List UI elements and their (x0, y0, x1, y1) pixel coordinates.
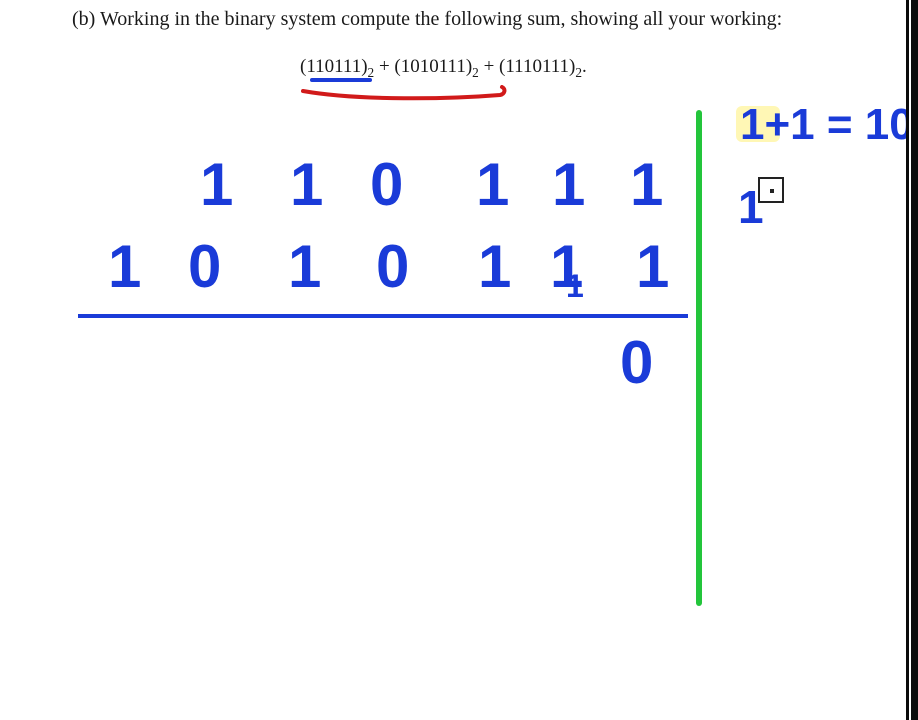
hand-digit: 1 (476, 150, 509, 219)
formula-term-c: (1110111) (499, 56, 575, 77)
hand-digit: 1 (636, 232, 669, 301)
hand-digit: 1 (552, 150, 585, 219)
underline-red-icon (300, 85, 510, 103)
underline-blue (310, 78, 372, 82)
hand-digit: 0 (376, 232, 409, 301)
hand-digit: 1 (290, 150, 323, 219)
right-border (906, 0, 918, 720)
vertical-divider (696, 110, 702, 606)
formula-term-b: (1010111) (394, 56, 472, 77)
question-label: (b) (72, 6, 95, 32)
formula-plus-2: + (479, 56, 499, 77)
hand-digit: 1 (630, 150, 663, 219)
formula-plus-1: + (374, 56, 394, 77)
formula-sub-b: 2 (472, 65, 479, 80)
hand-digit: 1 (288, 232, 321, 301)
result-digit: 0 (620, 328, 653, 397)
page-canvas: (b) Working in the binary system compute… (0, 0, 906, 720)
formula-term-a: (110111) (300, 56, 368, 77)
hand-digit: 1 (108, 232, 141, 301)
hand-digit: 1 (200, 150, 233, 219)
hand-digit: 0 (188, 232, 221, 301)
addition-line (78, 314, 688, 318)
side-note: 1+1 = 10 (740, 100, 914, 150)
formula-end: . (582, 56, 587, 77)
carry-mark: 1 (566, 268, 584, 305)
question-block: (b) Working in the binary system compute… (100, 6, 800, 32)
question-text: Working in the binary system compute the… (100, 8, 782, 30)
hand-digit: 1 (478, 232, 511, 301)
hand-digit: 0 (370, 150, 403, 219)
cursor-box-icon[interactable] (758, 177, 784, 203)
